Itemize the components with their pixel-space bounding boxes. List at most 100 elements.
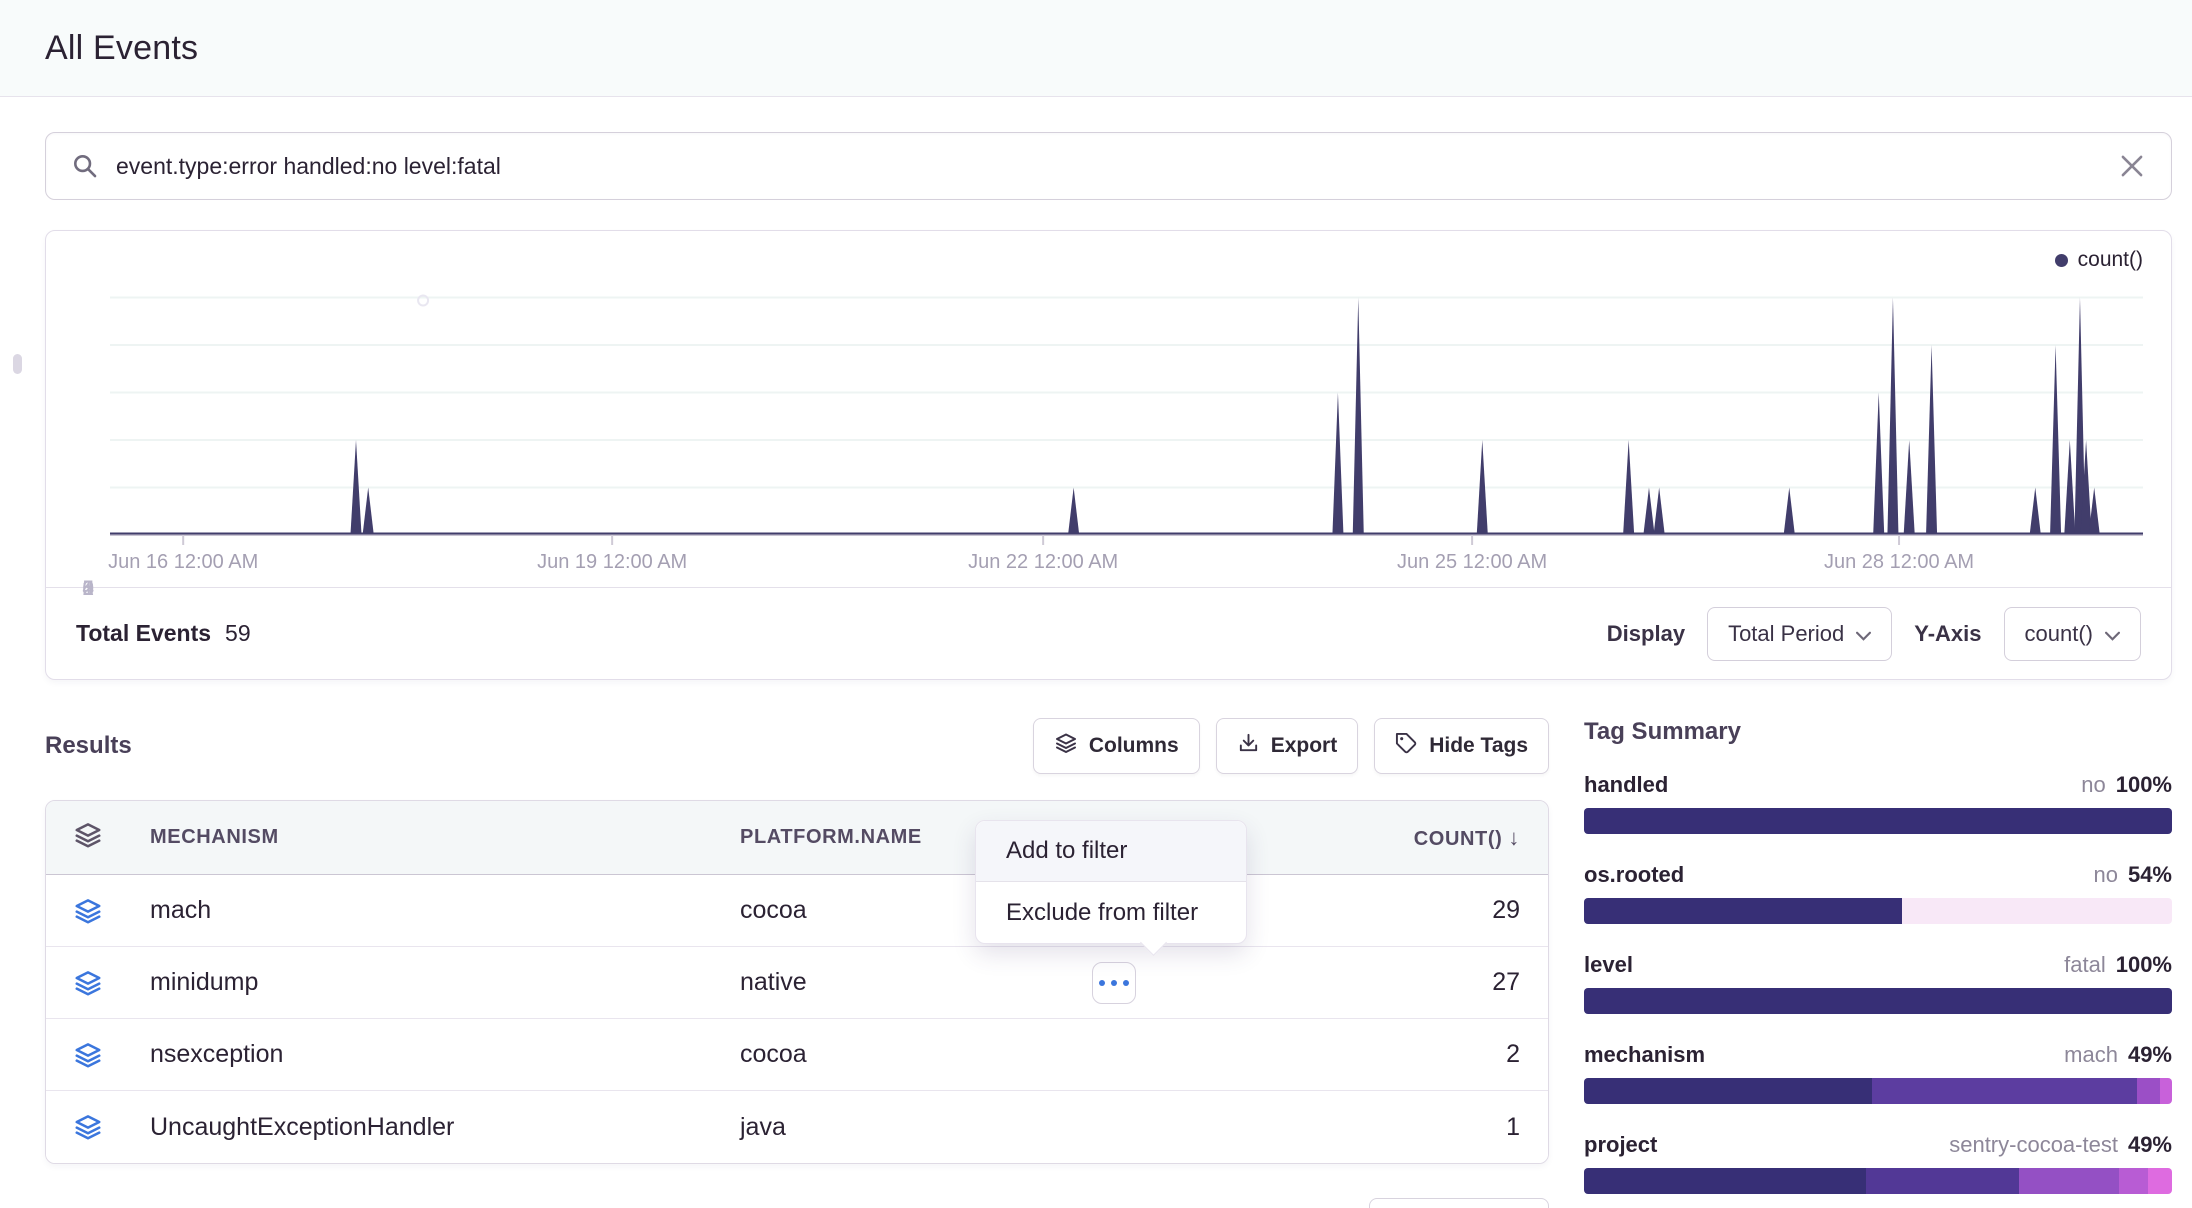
cell-mechanism[interactable]: mach (130, 896, 720, 925)
legend-dot (2055, 254, 2068, 267)
tag-name: project (1584, 1132, 1657, 1158)
table-row[interactable]: minidumpnative27 (46, 947, 1548, 1019)
tag-percent: 100% (2116, 772, 2172, 798)
results-table: MECHANISM PLATFORM.NAME COUNT()↓ machcoc… (45, 800, 1549, 1164)
events-time-series-chart (110, 275, 2143, 547)
layers-icon (73, 820, 103, 855)
tag-bar-segment[interactable] (1584, 808, 2172, 834)
layers-icon (46, 1040, 130, 1070)
main-content: event.type:error handled:no level:fatal … (0, 132, 2192, 1208)
count-header-label: COUNT() (1414, 828, 1503, 850)
tag-name: os.rooted (1584, 862, 1684, 888)
display-label: Display (1607, 621, 1685, 647)
resize-handle[interactable] (13, 354, 22, 374)
tag-entry-level: levelfatal100% (1584, 952, 2172, 1014)
tag-bar-segment[interactable] (2019, 1168, 2119, 1194)
cell-count[interactable]: 27 (1228, 968, 1548, 997)
display-dropdown[interactable]: Total Period (1707, 607, 1892, 661)
tag-bar-segment[interactable] (2148, 1168, 2172, 1194)
y-axis-tick-label: 5 (46, 577, 94, 601)
tag-bar-segment[interactable] (1866, 1168, 2019, 1194)
tag-bar-segment[interactable] (2160, 1078, 2172, 1104)
search-bar[interactable]: event.type:error handled:no level:fatal (45, 132, 2172, 200)
tag-bar-segment[interactable] (2119, 1168, 2148, 1194)
download-icon (1237, 732, 1260, 761)
tag-name: handled (1584, 772, 1668, 798)
cell-count[interactable]: 2 (1228, 1040, 1548, 1069)
tag-percent: 49% (2128, 1132, 2172, 1158)
chart-legend: count() (110, 245, 2143, 275)
export-button[interactable]: Export (1216, 718, 1359, 774)
display-dropdown-value: Total Period (1728, 621, 1844, 647)
page-title: All Events (45, 29, 198, 68)
cell-platform[interactable]: java (720, 1113, 1228, 1142)
tag-distribution-bar[interactable] (1584, 1168, 2172, 1194)
tag-summary-heading: Tag Summary (1584, 718, 2172, 746)
tag-distribution-bar[interactable] (1584, 988, 2172, 1014)
cell-actions-button[interactable] (1092, 962, 1136, 1004)
tag-percent: 49% (2128, 1042, 2172, 1068)
cell-mechanism[interactable]: UncaughtExceptionHandler (130, 1113, 720, 1142)
tag-summary-panel: Tag Summary handledno100%os.rootedno54%l… (1584, 718, 2172, 1208)
tag-distribution-bar[interactable] (1584, 1078, 2172, 1104)
legend-item-count[interactable]: count() (2055, 248, 2143, 272)
layers-icon (1054, 731, 1078, 761)
results-heading: Results (45, 732, 132, 760)
tag-icon (1395, 732, 1418, 761)
tag-bar-segment[interactable] (1584, 898, 1902, 924)
tag-bar-segment[interactable] (1872, 1078, 2137, 1104)
x-axis-tick-label: Jun 19 12:00 AM (537, 551, 687, 574)
chevron-down-icon (2105, 621, 2120, 647)
menu-item-add-to-filter[interactable]: Add to filter (976, 821, 1246, 882)
column-header-mechanism[interactable]: MECHANISM (130, 826, 720, 849)
tag-top-value: no (2093, 862, 2117, 888)
tag-entry-project: project sentry-cocoa-test 49% (1584, 1132, 2172, 1194)
tag-bar-segment[interactable] (1584, 988, 2172, 1014)
layers-icon (46, 1112, 130, 1142)
table-body: machcocoa29 minidumpnative27 nsexception… (46, 875, 1548, 1163)
cell-platform[interactable]: cocoa (720, 1040, 1228, 1069)
export-button-label: Export (1271, 734, 1338, 758)
tag-percent: 100% (2116, 952, 2172, 978)
x-axis-tick-label: Jun 28 12:00 AM (1824, 551, 1974, 574)
tag-bar-segment[interactable] (2137, 1078, 2161, 1104)
tag-distribution-bar[interactable] (1584, 898, 2172, 924)
search-input[interactable]: event.type:error handled:no level:fatal (116, 153, 2101, 180)
tag-entry-mechanism: mechanismmach49% (1584, 1042, 2172, 1104)
tag-top-value: sentry-cocoa-test (1949, 1132, 2118, 1158)
tag-bar-segment[interactable] (1584, 1078, 1872, 1104)
layers-icon (46, 968, 130, 998)
cell-count[interactable]: 29 (1228, 896, 1548, 925)
tag-distribution-bar[interactable] (1584, 808, 2172, 834)
tag-percent: 54% (2128, 862, 2172, 888)
events-chart-panel: count() Jun 16 12:00 AMJun 19 12:00 AMJu… (45, 230, 2172, 680)
x-axis-tick-label: Jun 22 12:00 AM (968, 551, 1118, 574)
table-row[interactable]: nsexceptioncocoa2 (46, 1019, 1548, 1091)
column-header-count[interactable]: COUNT()↓ (1228, 825, 1548, 851)
table-row[interactable]: machcocoa29 (46, 875, 1548, 947)
tag-top-value: mach (2064, 1042, 2118, 1068)
table-row[interactable]: UncaughtExceptionHandlerjava1 (46, 1091, 1548, 1163)
stack-column-icon[interactable] (46, 820, 130, 855)
tag-bar-segment[interactable] (1902, 898, 2172, 924)
sort-desc-icon: ↓ (1508, 825, 1520, 850)
cell-platform[interactable]: native (720, 968, 1228, 997)
x-axis-tick-label: Jun 25 12:00 AM (1397, 551, 1547, 574)
total-events-value: 59 (225, 620, 251, 647)
x-axis-labels: Jun 16 12:00 AMJun 19 12:00 AMJun 22 12:… (110, 547, 2143, 577)
columns-button-label: Columns (1089, 734, 1179, 758)
table-header-row: MECHANISM PLATFORM.NAME COUNT()↓ (46, 801, 1548, 875)
pagination-buttons[interactable] (1369, 1198, 1549, 1208)
cell-mechanism[interactable]: nsexception (130, 1040, 720, 1069)
chart-footer: Total Events 59 Display Total Period Y-A… (46, 587, 2171, 679)
menu-item-exclude-from-filter[interactable]: Exclude from filter (976, 882, 1246, 943)
tag-bar-segment[interactable] (1584, 1168, 1866, 1194)
total-events: Total Events 59 (76, 620, 251, 647)
hide-tags-button[interactable]: Hide Tags (1374, 718, 1549, 774)
cell-count[interactable]: 1 (1228, 1113, 1548, 1142)
yaxis-dropdown[interactable]: count() (2004, 607, 2141, 661)
columns-button[interactable]: Columns (1033, 718, 1200, 774)
results-section: Results Columns (45, 718, 1549, 1208)
cell-mechanism[interactable]: minidump (130, 968, 720, 997)
clear-search-icon[interactable] (2119, 153, 2145, 179)
